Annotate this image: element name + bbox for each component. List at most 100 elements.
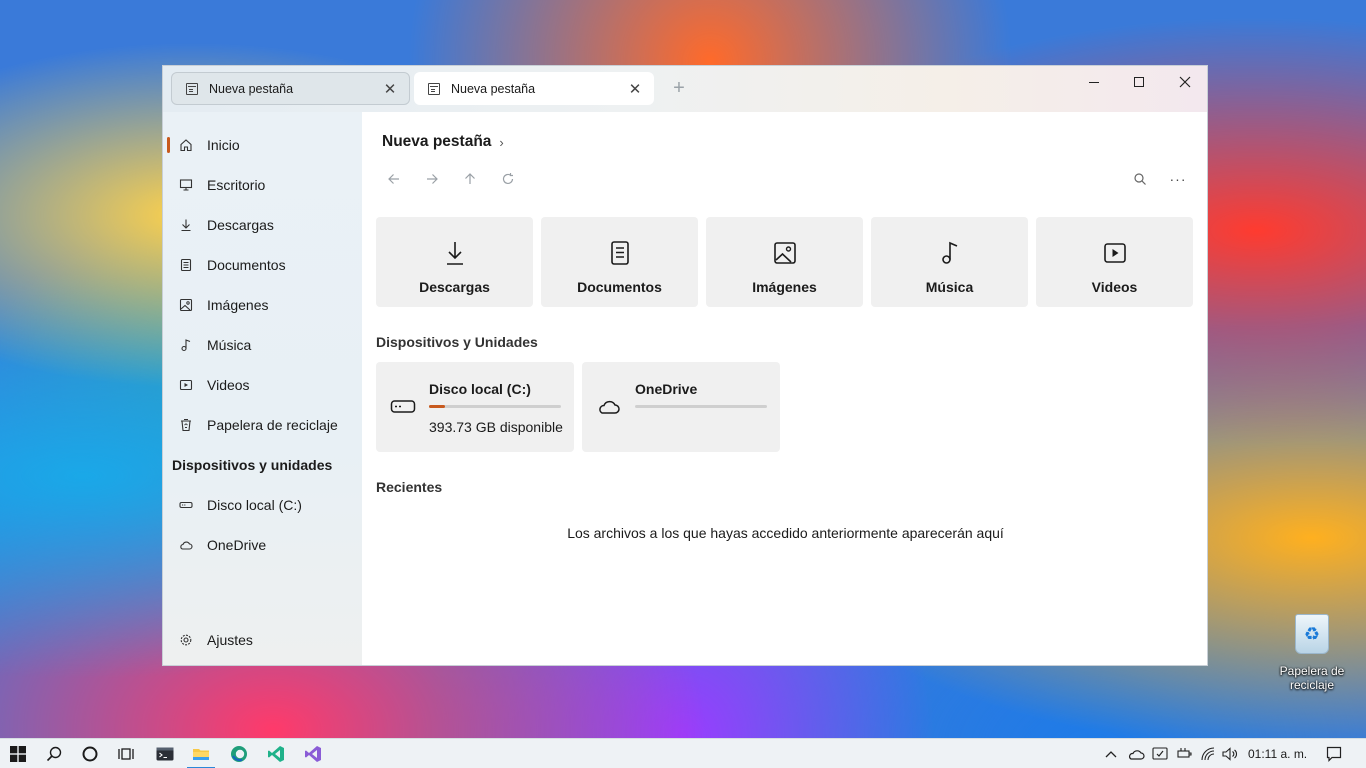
- sidebar-item-label: Disco local (C:): [207, 497, 302, 513]
- image-icon: [175, 298, 197, 312]
- sidebar-item-onedrive[interactable]: OneDrive: [167, 529, 357, 561]
- tab-close-icon[interactable]: ✕: [626, 80, 644, 98]
- sidebar-item-disco-local[interactable]: Disco local (C:): [167, 489, 357, 521]
- quick-tile-descargas[interactable]: Descargas: [376, 217, 533, 307]
- close-button[interactable]: [1162, 66, 1207, 98]
- main-content: Nueva pestaña › ··· Descargas Documentos…: [362, 112, 1207, 665]
- cloud-icon: [1129, 750, 1145, 760]
- chevron-up-icon: [1105, 751, 1117, 758]
- desktop-recycle-bin[interactable]: ♻ Papelera de reciclaje: [1276, 614, 1348, 692]
- close-icon: [1179, 76, 1191, 88]
- sidebar-item-escritorio[interactable]: Escritorio: [167, 169, 357, 201]
- arrow-up-icon: [465, 173, 475, 184]
- tray-onedrive[interactable]: [1125, 739, 1147, 768]
- quick-tile-imagenes[interactable]: Imágenes: [706, 217, 863, 307]
- taskbar-visual-studio[interactable]: [295, 739, 331, 768]
- tab-title: Nueva pestaña: [209, 81, 294, 96]
- drive-usage-bar: [635, 405, 767, 408]
- gear-icon: [175, 633, 197, 647]
- drive-card-c[interactable]: Disco local (C:) 393.73 GB disponibles: [376, 362, 574, 452]
- quick-tile-videos[interactable]: Videos: [1036, 217, 1193, 307]
- tray-network[interactable]: [1198, 739, 1218, 768]
- devices-title: Dispositivos y Unidades: [376, 334, 538, 350]
- recycle-bin-icon: [175, 418, 197, 432]
- taskbar: 01:11 a. m.: [0, 738, 1366, 768]
- sidebar-item-musica[interactable]: Música: [167, 329, 357, 361]
- back-button[interactable]: [383, 168, 405, 190]
- sidebar-item-label: Imágenes: [207, 297, 269, 313]
- cortana-icon: [82, 746, 98, 762]
- sidebar-item-descargas[interactable]: Descargas: [167, 209, 357, 241]
- wifi-icon: [1201, 747, 1215, 761]
- visual-studio-icon: [305, 746, 321, 762]
- document-icon: [175, 258, 197, 272]
- maximize-icon: [1134, 77, 1144, 87]
- taskbar-terminal[interactable]: [147, 739, 183, 768]
- document-icon: [609, 239, 631, 267]
- up-button[interactable]: [459, 168, 481, 190]
- chevron-right-icon[interactable]: ›: [499, 135, 503, 150]
- new-tab-button[interactable]: +: [669, 77, 689, 99]
- sidebar-item-label: Inicio: [207, 137, 240, 153]
- taskbar-edge[interactable]: [221, 739, 257, 768]
- forward-button[interactable]: [421, 168, 443, 190]
- tray-security[interactable]: [1150, 739, 1170, 768]
- quick-tile-label: Música: [925, 279, 974, 295]
- tab-2[interactable]: Nueva pestaña ✕: [414, 72, 654, 105]
- start-button[interactable]: [0, 739, 36, 768]
- more-icon: ···: [1169, 171, 1187, 187]
- drive-usage-fill: [429, 405, 445, 408]
- tab-close-icon[interactable]: ✕: [381, 80, 399, 98]
- cloud-icon: [596, 397, 622, 422]
- notification-icon: [1326, 746, 1342, 762]
- files-window: Nueva pestaña ✕ Nueva pestaña ✕ + Inicio…: [162, 65, 1208, 666]
- notifications-button[interactable]: [1322, 739, 1346, 768]
- drive-icon: [390, 397, 416, 422]
- taskbar-vscode[interactable]: [258, 739, 294, 768]
- refresh-button[interactable]: [497, 168, 519, 190]
- taskbar-clock[interactable]: 01:11 a. m.: [1248, 747, 1307, 761]
- tab-1[interactable]: Nueva pestaña ✕: [171, 72, 410, 105]
- minimize-button[interactable]: [1071, 66, 1117, 98]
- tray-volume[interactable]: [1220, 739, 1240, 768]
- cortana-button[interactable]: [72, 739, 108, 768]
- sidebar-item-videos[interactable]: Videos: [167, 369, 357, 401]
- drive-card-onedrive[interactable]: OneDrive: [582, 362, 780, 452]
- sidebar-item-inicio[interactable]: Inicio: [167, 129, 357, 161]
- breadcrumb-item[interactable]: Nueva pestaña: [382, 133, 491, 151]
- recents-empty-message: Los archivos a los que hayas accedido an…: [567, 525, 1004, 541]
- titlebar[interactable]: Nueva pestaña ✕ Nueva pestaña ✕ +: [163, 66, 1207, 112]
- quick-tile-musica[interactable]: Música: [871, 217, 1028, 307]
- drive-name: OneDrive: [635, 381, 698, 397]
- arrow-left-icon: [388, 174, 399, 184]
- video-icon: [1103, 239, 1127, 267]
- quick-tile-documentos[interactable]: Documentos: [541, 217, 698, 307]
- more-options-button[interactable]: ···: [1167, 168, 1189, 190]
- quick-tile-label: Documentos: [577, 279, 662, 295]
- cloud-icon: [175, 538, 197, 552]
- sidebar-item-papelera[interactable]: Papelera de reciclaje: [167, 409, 357, 441]
- image-icon: [773, 239, 797, 267]
- drive-icon: [175, 498, 197, 512]
- taskbar-search-button[interactable]: [36, 739, 72, 768]
- breadcrumb[interactable]: Nueva pestaña ›: [382, 133, 504, 151]
- maximize-button[interactable]: [1116, 66, 1162, 98]
- taskbar-files[interactable]: [183, 739, 219, 768]
- quick-tile-label: Videos: [1091, 279, 1138, 295]
- tray-battery[interactable]: [1174, 739, 1194, 768]
- sidebar-item-documentos[interactable]: Documentos: [167, 249, 357, 281]
- download-icon: [175, 218, 197, 232]
- sidebar-item-label: Videos: [207, 377, 250, 393]
- arrow-right-icon: [427, 174, 438, 184]
- tab-title: Nueva pestaña: [451, 81, 536, 96]
- task-view-button[interactable]: [108, 739, 144, 768]
- plug-icon: [1177, 748, 1192, 758]
- show-hidden-icons-button[interactable]: [1102, 739, 1120, 768]
- sidebar-item-label: Música: [207, 337, 252, 353]
- drive-usage-bar: [429, 405, 561, 408]
- search-button[interactable]: [1129, 168, 1151, 190]
- sidebar-item-label: Papelera de reciclaje: [207, 417, 338, 433]
- settings-button[interactable]: Ajustes: [167, 624, 357, 656]
- sidebar: Inicio Escritorio Descargas Documentos I…: [163, 112, 362, 665]
- sidebar-item-imagenes[interactable]: Imágenes: [167, 289, 357, 321]
